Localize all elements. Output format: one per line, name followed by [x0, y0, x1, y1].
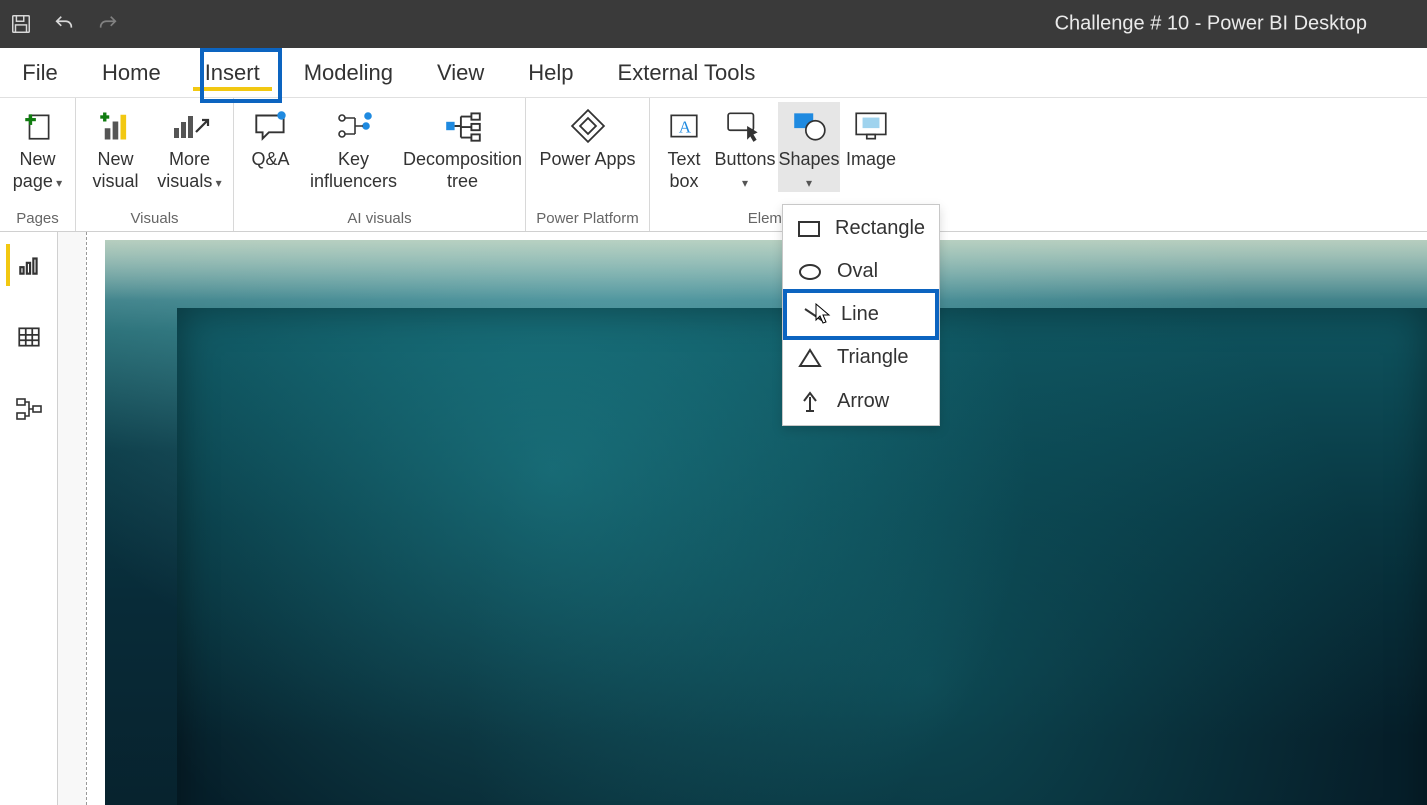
view-rail	[0, 232, 58, 805]
text-box-button[interactable]: A Text box	[656, 102, 712, 192]
qa-button[interactable]: Q&A	[237, 102, 305, 170]
shape-label: Triangle	[837, 346, 909, 369]
redo-icon[interactable]	[96, 13, 120, 35]
line-icon	[801, 306, 827, 324]
buttons-button[interactable]: Buttons▾	[712, 102, 778, 192]
undo-icon[interactable]	[52, 13, 76, 35]
image-button[interactable]: Image	[840, 102, 902, 170]
oval-icon	[797, 263, 823, 281]
tab-modeling[interactable]: Modeling	[282, 48, 415, 97]
more-visuals-button[interactable]: More visuals ▾	[151, 102, 229, 192]
more-visuals-label: More visuals	[157, 149, 212, 191]
window-title: Challenge # 10 - Power BI Desktop	[1055, 13, 1367, 36]
model-view-icon[interactable]	[8, 388, 50, 430]
shape-label: Line	[841, 303, 879, 326]
shape-option-arrow[interactable]: Arrow	[783, 379, 939, 423]
decomposition-tree-label: Decomposition tree	[403, 148, 522, 192]
save-icon[interactable]	[10, 13, 32, 35]
shapes-label: Shapes	[778, 149, 839, 169]
power-apps-button[interactable]: Power Apps	[532, 102, 644, 170]
rectangle-icon	[797, 220, 821, 238]
tab-view[interactable]: View	[415, 48, 506, 97]
text-box-label: Text box	[660, 148, 708, 192]
shape-label: Arrow	[837, 390, 889, 413]
shape-option-line[interactable]: Line	[783, 289, 939, 340]
tab-external-tools[interactable]: External Tools	[596, 48, 778, 97]
tab-file[interactable]: File	[0, 48, 80, 97]
shape-option-rectangle[interactable]: Rectangle	[783, 207, 939, 250]
qa-label: Q&A	[251, 148, 289, 170]
tab-home[interactable]: Home	[80, 48, 183, 97]
tab-insert[interactable]: Insert	[183, 48, 282, 97]
new-page-label: New page	[13, 149, 56, 191]
shape-label: Oval	[837, 260, 878, 283]
titlebar: Challenge # 10 - Power BI Desktop	[0, 0, 1427, 48]
shape-option-oval[interactable]: Oval	[783, 250, 939, 293]
report-canvas[interactable]	[58, 232, 1427, 805]
ribbon-tabs: File Home Insert Modeling View Help Exte…	[0, 48, 1427, 98]
report-view-icon[interactable]	[6, 244, 48, 286]
shapes-button[interactable]: Shapes▾	[778, 102, 840, 192]
new-visual-button[interactable]: New visual	[81, 102, 151, 192]
buttons-label: Buttons	[714, 149, 775, 169]
group-label-platform: Power Platform	[536, 210, 639, 229]
group-label-ai: AI visuals	[347, 210, 411, 229]
group-label-pages: Pages	[16, 210, 59, 229]
tab-help[interactable]: Help	[506, 48, 595, 97]
group-ai-visuals: Q&A Key influencers	[234, 98, 526, 231]
group-pages: New page ▾ Pages	[0, 98, 76, 231]
shape-option-triangle[interactable]: Triangle	[783, 336, 939, 379]
shapes-dropdown: Rectangle Oval Line Triangle Arrow	[782, 204, 940, 426]
ribbon: New page ▾ Pages New visual	[0, 98, 1427, 232]
group-visuals: New visual More visuals ▾ Visuals	[76, 98, 234, 231]
image-label: Image	[846, 148, 896, 170]
key-influencers-button[interactable]: Key influencers	[305, 102, 403, 192]
arrow-icon	[797, 389, 823, 413]
svg-text:A: A	[679, 117, 692, 136]
data-view-icon[interactable]	[8, 316, 50, 358]
group-label-visuals: Visuals	[130, 210, 178, 229]
new-visual-label: New visual	[85, 148, 147, 192]
new-page-button[interactable]: New page ▾	[7, 102, 69, 192]
triangle-icon	[797, 348, 823, 368]
page-background-image	[105, 240, 1427, 805]
group-power-platform: Power Apps Power Platform	[526, 98, 650, 231]
key-influencers-label: Key influencers	[309, 148, 399, 192]
decomposition-tree-button[interactable]: Decomposition tree	[403, 102, 523, 192]
shape-label: Rectangle	[835, 217, 925, 240]
power-apps-label: Power Apps	[539, 148, 635, 170]
